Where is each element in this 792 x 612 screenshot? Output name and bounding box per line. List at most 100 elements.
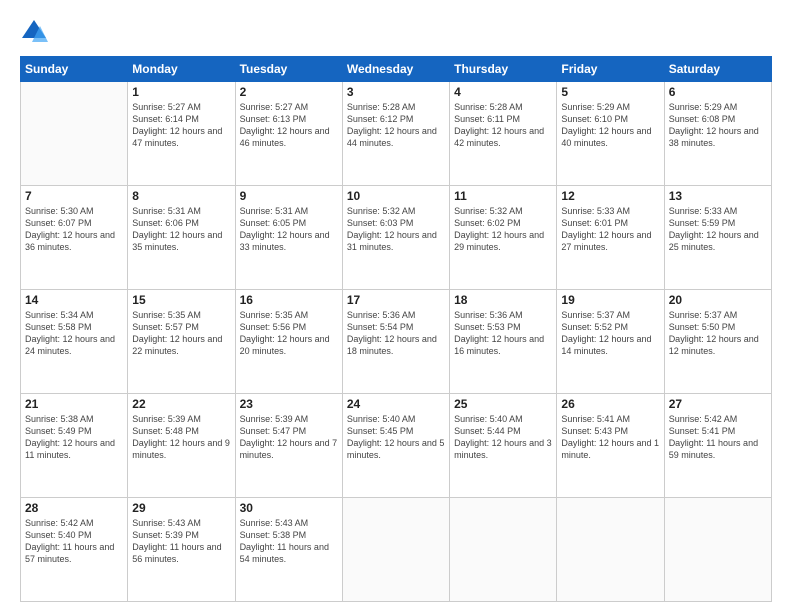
day-number: 25 [454, 397, 552, 411]
day-number: 28 [25, 501, 123, 515]
calendar-cell [21, 82, 128, 186]
calendar-cell: 9 Sunrise: 5:31 AM Sunset: 6:05 PM Daylig… [235, 186, 342, 290]
day-info: Sunrise: 5:35 AM Sunset: 5:56 PM Dayligh… [240, 309, 338, 358]
day-info: Sunrise: 5:37 AM Sunset: 5:50 PM Dayligh… [669, 309, 767, 358]
day-number: 19 [561, 293, 659, 307]
weekday-header-friday: Friday [557, 57, 664, 82]
calendar-cell: 18Sunrise: 5:36 AM Sunset: 5:53 PM Dayli… [450, 290, 557, 394]
weekday-header-sunday: Sunday [21, 57, 128, 82]
calendar-cell: 6 Sunrise: 5:29 AM Sunset: 6:08 PM Daylig… [664, 82, 771, 186]
day-number: 7 [25, 189, 123, 203]
day-number: 1 [132, 85, 230, 99]
day-info: Sunrise: 5:33 AM Sunset: 6:01 PM Dayligh… [561, 205, 659, 254]
calendar-cell: 22Sunrise: 5:39 AM Sunset: 5:48 PM Dayli… [128, 394, 235, 498]
day-info: Sunrise: 5:35 AM Sunset: 5:57 PM Dayligh… [132, 309, 230, 358]
day-info: Sunrise: 5:39 AM Sunset: 5:47 PM Dayligh… [240, 413, 338, 462]
calendar-cell [557, 498, 664, 602]
day-info: Sunrise: 5:42 AM Sunset: 5:41 PM Dayligh… [669, 413, 767, 462]
calendar-cell: 27 Sunrise: 5:42 AM Sunset: 5:41 PM Dayli… [664, 394, 771, 498]
day-number: 14 [25, 293, 123, 307]
day-info: Sunrise: 5:37 AM Sunset: 5:52 PM Dayligh… [561, 309, 659, 358]
calendar-cell: 16 Sunrise: 5:35 AM Sunset: 5:56 PM Dayli… [235, 290, 342, 394]
calendar-cell: 15 Sunrise: 5:35 AM Sunset: 5:57 PM Dayli… [128, 290, 235, 394]
day-number: 30 [240, 501, 338, 515]
calendar-cell: 13 Sunrise: 5:33 AM Sunset: 5:59 PM Dayli… [664, 186, 771, 290]
calendar-cell [450, 498, 557, 602]
calendar-cell: 21Sunrise: 5:38 AM Sunset: 5:49 PM Dayli… [21, 394, 128, 498]
day-info: Sunrise: 5:36 AM Sunset: 5:53 PM Dayligh… [454, 309, 552, 358]
logo [20, 18, 52, 46]
calendar-cell: 12 Sunrise: 5:33 AM Sunset: 6:01 PM Dayli… [557, 186, 664, 290]
day-number: 5 [561, 85, 659, 99]
calendar-cell: 25 Sunrise: 5:40 AM Sunset: 5:44 PM Dayli… [450, 394, 557, 498]
calendar-cell: 1 Sunrise: 5:27 AM Sunset: 6:14 PM Daylig… [128, 82, 235, 186]
day-info: Sunrise: 5:31 AM Sunset: 6:06 PM Dayligh… [132, 205, 230, 254]
calendar-cell: 8 Sunrise: 5:31 AM Sunset: 6:06 PM Daylig… [128, 186, 235, 290]
day-info: Sunrise: 5:33 AM Sunset: 5:59 PM Dayligh… [669, 205, 767, 254]
day-number: 6 [669, 85, 767, 99]
weekday-header-monday: Monday [128, 57, 235, 82]
calendar-cell: 4Sunrise: 5:28 AM Sunset: 6:11 PM Daylig… [450, 82, 557, 186]
weekday-header-saturday: Saturday [664, 57, 771, 82]
week-row-4: 28 Sunrise: 5:42 AM Sunset: 5:40 PM Dayli… [21, 498, 772, 602]
day-info: Sunrise: 5:43 AM Sunset: 5:38 PM Dayligh… [240, 517, 338, 566]
calendar-cell: 28 Sunrise: 5:42 AM Sunset: 5:40 PM Dayli… [21, 498, 128, 602]
day-info: Sunrise: 5:31 AM Sunset: 6:05 PM Dayligh… [240, 205, 338, 254]
page: SundayMondayTuesdayWednesdayThursdayFrid… [0, 0, 792, 612]
day-number: 13 [669, 189, 767, 203]
weekday-header-wednesday: Wednesday [342, 57, 449, 82]
day-number: 3 [347, 85, 445, 99]
day-number: 21 [25, 397, 123, 411]
day-info: Sunrise: 5:43 AM Sunset: 5:39 PM Dayligh… [132, 517, 230, 566]
day-info: Sunrise: 5:40 AM Sunset: 5:45 PM Dayligh… [347, 413, 445, 462]
calendar-cell: 10Sunrise: 5:32 AM Sunset: 6:03 PM Dayli… [342, 186, 449, 290]
week-row-0: 1 Sunrise: 5:27 AM Sunset: 6:14 PM Daylig… [21, 82, 772, 186]
day-info: Sunrise: 5:29 AM Sunset: 6:08 PM Dayligh… [669, 101, 767, 150]
day-info: Sunrise: 5:28 AM Sunset: 6:12 PM Dayligh… [347, 101, 445, 150]
header [20, 18, 772, 46]
day-info: Sunrise: 5:29 AM Sunset: 6:10 PM Dayligh… [561, 101, 659, 150]
calendar-cell: 3 Sunrise: 5:28 AM Sunset: 6:12 PM Daylig… [342, 82, 449, 186]
day-info: Sunrise: 5:42 AM Sunset: 5:40 PM Dayligh… [25, 517, 123, 566]
day-number: 12 [561, 189, 659, 203]
day-number: 15 [132, 293, 230, 307]
calendar-cell: 7 Sunrise: 5:30 AM Sunset: 6:07 PM Daylig… [21, 186, 128, 290]
calendar-cell: 11Sunrise: 5:32 AM Sunset: 6:02 PM Dayli… [450, 186, 557, 290]
week-row-1: 7 Sunrise: 5:30 AM Sunset: 6:07 PM Daylig… [21, 186, 772, 290]
weekday-header-thursday: Thursday [450, 57, 557, 82]
day-info: Sunrise: 5:30 AM Sunset: 6:07 PM Dayligh… [25, 205, 123, 254]
calendar-cell: 29 Sunrise: 5:43 AM Sunset: 5:39 PM Dayli… [128, 498, 235, 602]
calendar-table: SundayMondayTuesdayWednesdayThursdayFrid… [20, 56, 772, 602]
day-info: Sunrise: 5:32 AM Sunset: 6:03 PM Dayligh… [347, 205, 445, 254]
day-number: 16 [240, 293, 338, 307]
day-info: Sunrise: 5:34 AM Sunset: 5:58 PM Dayligh… [25, 309, 123, 358]
day-info: Sunrise: 5:40 AM Sunset: 5:44 PM Dayligh… [454, 413, 552, 462]
day-info: Sunrise: 5:27 AM Sunset: 6:14 PM Dayligh… [132, 101, 230, 150]
day-info: Sunrise: 5:28 AM Sunset: 6:11 PM Dayligh… [454, 101, 552, 150]
day-number: 23 [240, 397, 338, 411]
day-number: 8 [132, 189, 230, 203]
calendar-cell: 17Sunrise: 5:36 AM Sunset: 5:54 PM Dayli… [342, 290, 449, 394]
day-number: 20 [669, 293, 767, 307]
logo-icon [20, 18, 48, 46]
day-number: 29 [132, 501, 230, 515]
calendar-cell: 5 Sunrise: 5:29 AM Sunset: 6:10 PM Daylig… [557, 82, 664, 186]
calendar-cell: 19 Sunrise: 5:37 AM Sunset: 5:52 PM Dayli… [557, 290, 664, 394]
day-number: 2 [240, 85, 338, 99]
day-number: 24 [347, 397, 445, 411]
day-info: Sunrise: 5:27 AM Sunset: 6:13 PM Dayligh… [240, 101, 338, 150]
calendar-cell: 2 Sunrise: 5:27 AM Sunset: 6:13 PM Daylig… [235, 82, 342, 186]
calendar-cell [342, 498, 449, 602]
day-number: 22 [132, 397, 230, 411]
calendar-cell: 26Sunrise: 5:41 AM Sunset: 5:43 PM Dayli… [557, 394, 664, 498]
day-number: 27 [669, 397, 767, 411]
weekday-header-tuesday: Tuesday [235, 57, 342, 82]
weekday-header-row: SundayMondayTuesdayWednesdayThursdayFrid… [21, 57, 772, 82]
calendar-cell: 23 Sunrise: 5:39 AM Sunset: 5:47 PM Dayli… [235, 394, 342, 498]
day-number: 9 [240, 189, 338, 203]
calendar-cell: 20 Sunrise: 5:37 AM Sunset: 5:50 PM Dayli… [664, 290, 771, 394]
day-number: 17 [347, 293, 445, 307]
day-info: Sunrise: 5:32 AM Sunset: 6:02 PM Dayligh… [454, 205, 552, 254]
week-row-2: 14 Sunrise: 5:34 AM Sunset: 5:58 PM Dayli… [21, 290, 772, 394]
calendar-cell [664, 498, 771, 602]
